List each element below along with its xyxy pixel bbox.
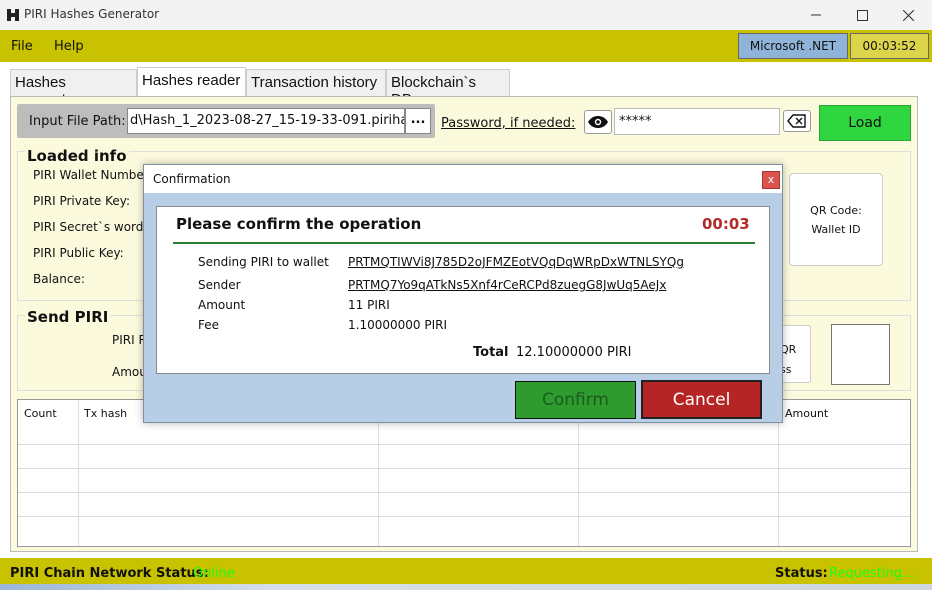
send-piri-title: Send PIRI — [25, 308, 111, 326]
dialog-title: Confirmation — [153, 172, 231, 186]
network-status-value: Online — [193, 566, 235, 581]
session-clock: 00:03:52 — [850, 33, 929, 59]
file-path-input[interactable]: d\Hash_1_2023-08-27_15-19-33-091.pirihas… — [127, 108, 405, 134]
wallet-number-label: PIRI Wallet Number: — [33, 168, 153, 182]
recipient-row-label: Sending PIRI to wallet — [198, 255, 329, 269]
load-button[interactable]: Load — [819, 105, 911, 141]
recipient-wallet-value[interactable]: PRTMQTIWVi8J785D2oJFMZEotVQqDqWRpDxWTNLS… — [348, 255, 684, 269]
wallet-qr-button[interactable]: QR Code: Wallet ID — [789, 173, 883, 266]
table-row[interactable] — [18, 444, 910, 445]
amount-row-label: Amount — [198, 298, 246, 312]
show-password-icon[interactable] — [584, 110, 612, 134]
table-row[interactable] — [18, 468, 910, 469]
public-key-label: PIRI Public Key: — [33, 246, 124, 260]
column-header-tx-hash[interactable]: Tx hash — [84, 407, 127, 420]
wallet-id-label: Wallet ID — [811, 222, 861, 236]
tab-blockchain-dbs[interactable]: Blockchain`s DBs — [386, 69, 510, 108]
total-label: Total — [473, 345, 509, 360]
countdown-timer: 00:03 — [702, 215, 750, 233]
dialog-heading: Please confirm the operation — [176, 215, 422, 233]
address-label: ss — [780, 363, 792, 376]
private-key-label: PIRI Private Key: — [33, 194, 131, 208]
menu-bar: File Help Microsoft .NET 00:03:52 — [0, 30, 932, 62]
status-label: Status: — [775, 566, 828, 581]
table-row[interactable] — [18, 516, 910, 517]
minimize-icon[interactable] — [793, 0, 839, 30]
status-value: Requesting... — [829, 566, 915, 581]
qr-code-label: QR Code: — [810, 203, 862, 217]
amount-label: Amou — [112, 365, 147, 379]
taskbar-peek — [0, 584, 932, 590]
fee-value: 1.10000000 PIRI — [348, 318, 447, 332]
tab-strip: Hashes generator Hashes reader Transacti… — [0, 62, 932, 108]
clear-password-icon[interactable] — [783, 110, 811, 132]
amount-value: 11 PIRI — [348, 298, 390, 312]
balance-label: Balance: — [33, 272, 85, 286]
column-header-count[interactable]: Count — [24, 407, 57, 420]
dialog-close-button[interactable]: x — [762, 171, 780, 189]
tab-hashes-reader[interactable]: Hashes reader — [137, 67, 246, 96]
confirm-button[interactable]: Confirm — [515, 381, 636, 419]
qr-image-frame — [831, 324, 890, 385]
grid-column-divider — [78, 400, 79, 546]
network-status-label: PIRI Chain Network Status: — [10, 566, 209, 581]
fee-row-label: Fee — [198, 318, 220, 332]
divider — [173, 242, 755, 244]
total-value: 12.10000000 PIRI — [516, 345, 632, 360]
dialog-body: Please confirm the operation 00:03 Sendi… — [156, 206, 770, 374]
window-title: PIRI Hashes Generator — [24, 7, 160, 21]
app-logo-icon — [6, 8, 20, 22]
framework-badge: Microsoft .NET — [738, 33, 848, 59]
password-label[interactable]: Password, if needed: — [441, 116, 575, 131]
confirmation-dialog: Confirmation x Please confirm the operat… — [143, 164, 783, 423]
qr-label: QR — [780, 343, 797, 356]
dialog-title-bar: Confirmation x — [144, 165, 782, 193]
sender-wallet-value[interactable]: PRTMQ7Yo9qATkNs5Xnf4rCeRCPd8zuegG8JwUq5A… — [348, 278, 666, 292]
maximize-icon[interactable] — [839, 0, 885, 30]
loaded-info-title: Loaded info — [25, 147, 129, 165]
close-icon[interactable] — [885, 0, 931, 30]
tab-hashes-generator[interactable]: Hashes generator — [10, 69, 137, 108]
cancel-button[interactable]: Cancel — [641, 380, 762, 419]
recipient-label: PIRI R — [112, 333, 147, 347]
sender-row-label: Sender — [198, 278, 241, 292]
table-row[interactable] — [18, 492, 910, 493]
browse-button[interactable]: ... — [405, 108, 431, 134]
secret-words-label: PIRI Secret`s words — [33, 220, 150, 234]
password-input[interactable]: ***** — [614, 108, 780, 135]
menu-help[interactable]: Help — [54, 39, 84, 54]
tab-transaction-history[interactable]: Transaction history — [246, 69, 386, 96]
input-file-label: Input File Path: — [29, 114, 126, 129]
column-header-amount[interactable]: Amount — [785, 407, 828, 420]
title-bar: PIRI Hashes Generator — [0, 0, 932, 30]
menu-file[interactable]: File — [11, 39, 33, 54]
input-file-group: Input File Path: d\Hash_1_2023-08-27_15-… — [17, 104, 435, 138]
